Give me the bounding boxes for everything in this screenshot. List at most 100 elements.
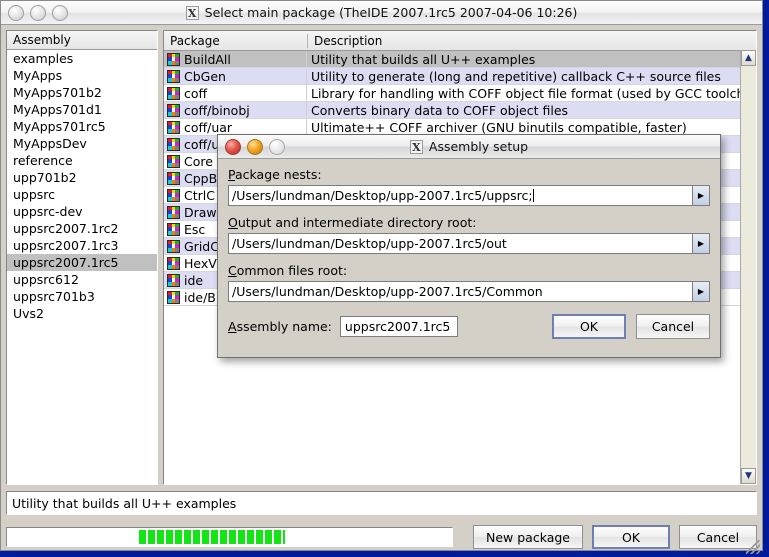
package-row[interactable]: coff/binobj Converts binary data to COFF …	[164, 102, 756, 119]
x-window-icon: X	[410, 140, 423, 154]
resize-grip[interactable]	[746, 540, 760, 554]
package-row-name-cell: coff	[164, 85, 307, 101]
assembly-list-item[interactable]: uppsrc	[7, 186, 157, 203]
package-row-name: CppB	[184, 170, 217, 186]
common-root-value[interactable]: /Users/lundman/Desktop/upp-2007.1rc5/Com…	[229, 282, 692, 301]
package-icon	[167, 70, 180, 83]
package-icon	[167, 223, 180, 236]
common-root-label-rest: ommon files root:	[237, 263, 347, 278]
package-icon	[167, 189, 180, 202]
dialog-cancel-button[interactable]: Cancel	[636, 314, 710, 339]
assembly-panel: Assembly examplesMyAppsMyApps701b2MyApps…	[6, 30, 158, 485]
assembly-setup-dialog: X Assembly setup Package nests: /Users/l…	[217, 134, 721, 358]
package-nests-field[interactable]: /Users/lundman/Desktop/upp-2007.1rc5/upp…	[228, 185, 710, 206]
window-zoom-button[interactable]	[52, 5, 68, 21]
dialog-minimize-button[interactable]	[247, 139, 263, 155]
output-root-value[interactable]: /Users/lundman/Desktop/upp-2007.1rc5/out	[229, 234, 692, 253]
package-row-name: BuildAll	[184, 51, 231, 67]
package-row-name: ide/B	[184, 289, 216, 305]
window-minimize-button[interactable]	[30, 5, 46, 21]
package-row-name: coff/uar	[184, 119, 232, 135]
window-titlebar[interactable]: X Select main package (TheIDE 2007.1rc5 …	[1, 1, 762, 25]
window-title: Select main package (TheIDE 2007.1rc5 20…	[205, 5, 578, 20]
assembly-list-item[interactable]: uppsrc2007.1rc5	[7, 254, 157, 271]
package-icon	[167, 274, 180, 287]
package-row-name: CbGen	[184, 68, 226, 84]
package-row-description: Ultimate++ COFF archiver (GNU binutils c…	[307, 119, 756, 135]
assembly-list-item[interactable]: reference	[7, 152, 157, 169]
output-root-label: Output and intermediate directory root:	[228, 215, 710, 230]
assembly-list-item[interactable]: MyApps	[7, 67, 157, 84]
assembly-header-label: Assembly	[7, 33, 157, 47]
new-package-button[interactable]: New package	[473, 525, 583, 549]
dialog-buttons: OK Cancel	[552, 314, 710, 339]
package-icon	[167, 121, 180, 134]
package-nests-label-rest: ackage nests:	[235, 167, 322, 182]
package-list-scrollbar[interactable]: ▲ ▼	[740, 50, 756, 484]
assembly-list-item[interactable]: examples	[7, 50, 157, 67]
dialog-titlebar[interactable]: X Assembly setup	[218, 135, 720, 159]
dialog-bottom-row: Assembly name: uppsrc2007.1rc5 OK Cancel	[228, 314, 710, 339]
package-row-description: Converts binary data to COFF object file…	[307, 102, 756, 118]
output-root-dropdown-icon[interactable]: ▶	[692, 234, 709, 253]
footer-buttons: New package OK Cancel	[473, 525, 757, 549]
common-root-label: Common files root:	[228, 263, 710, 278]
footer-bar: New package OK Cancel	[6, 523, 757, 551]
assembly-list-item[interactable]: uppsrc2007.1rc3	[7, 237, 157, 254]
assembly-list-item[interactable]: uppsrc612	[7, 271, 157, 288]
window-title-area: X Select main package (TheIDE 2007.1rc5 …	[1, 1, 762, 24]
package-icon	[167, 104, 180, 117]
package-icon	[167, 87, 180, 100]
common-root-dropdown-icon[interactable]: ▶	[692, 282, 709, 301]
package-row-name-cell: CbGen	[164, 68, 307, 84]
package-column-header: Package Description	[164, 31, 756, 51]
assembly-list-item[interactable]: Uvs2	[7, 305, 157, 322]
package-row-description: Utility that builds all U++ examples	[307, 51, 756, 67]
package-row[interactable]: BuildAll Utility that builds all U++ exam…	[164, 51, 756, 68]
assembly-list-item[interactable]: uppsrc2007.1rc2	[7, 220, 157, 237]
assembly-list-item[interactable]: uppsrc-dev	[7, 203, 157, 220]
package-row-name: ide	[184, 272, 203, 288]
package-nests-value[interactable]: /Users/lundman/Desktop/upp-2007.1rc5/upp…	[229, 186, 692, 205]
scroll-down-icon[interactable]: ▼	[741, 468, 756, 484]
screen: X Select main package (TheIDE 2007.1rc5 …	[0, 0, 769, 557]
package-row-name-cell: coff/uar	[164, 119, 307, 135]
package-nests-dropdown-icon[interactable]: ▶	[692, 186, 709, 205]
package-icon	[167, 138, 180, 151]
x-window-icon: X	[186, 6, 199, 20]
dialog-title: Assembly setup	[429, 139, 528, 154]
dialog-traffic-lights	[225, 139, 285, 155]
dialog-ok-button[interactable]: OK	[552, 314, 626, 339]
assembly-list-item[interactable]: upp701b2	[7, 169, 157, 186]
dialog-content: Package nests: /Users/lundman/Desktop/up…	[218, 159, 720, 357]
package-icon	[167, 206, 180, 219]
assembly-list-item[interactable]: MyApps701b2	[7, 84, 157, 101]
assembly-list-item[interactable]: uppsrc701b3	[7, 288, 157, 305]
common-root-field[interactable]: /Users/lundman/Desktop/upp-2007.1rc5/Com…	[228, 281, 710, 302]
assembly-name-label-rest: ssembly name:	[237, 319, 332, 334]
assembly-list-item[interactable]: MyApps701d1	[7, 101, 157, 118]
package-row-name: HexV	[184, 255, 217, 271]
package-icon	[167, 240, 180, 253]
package-row[interactable]: coffLibrary for handling with COFF objec…	[164, 85, 756, 102]
dialog-close-button[interactable]	[225, 139, 241, 155]
package-row-name: coff/binobj	[184, 102, 250, 118]
assembly-list-item[interactable]: MyApps701rc5	[7, 118, 157, 135]
ok-button[interactable]: OK	[592, 525, 670, 549]
output-root-field[interactable]: /Users/lundman/Desktop/upp-2007.1rc5/out…	[228, 233, 710, 254]
progress-bar	[6, 527, 453, 547]
package-icon	[167, 257, 180, 270]
assembly-list-item[interactable]: MyAppsDev	[7, 135, 157, 152]
package-row-name: GridC	[184, 238, 219, 254]
scrollbar-track[interactable]	[741, 66, 756, 468]
package-row-name-cell: BuildAll	[164, 51, 307, 67]
status-text: Utility that builds all U++ examples	[12, 496, 236, 511]
assembly-list[interactable]: examplesMyAppsMyApps701b2MyApps701d1MyAp…	[7, 50, 157, 484]
scroll-up-icon[interactable]: ▲	[741, 50, 756, 66]
assembly-name-input[interactable]: uppsrc2007.1rc5	[340, 316, 458, 337]
dialog-zoom-button[interactable]	[269, 139, 285, 155]
package-row-description: Library for handling with COFF object fi…	[307, 85, 756, 101]
window-close-button[interactable]	[8, 5, 24, 21]
package-row[interactable]: CbGenUtility to generate (long and repet…	[164, 68, 756, 85]
package-icon	[167, 172, 180, 185]
